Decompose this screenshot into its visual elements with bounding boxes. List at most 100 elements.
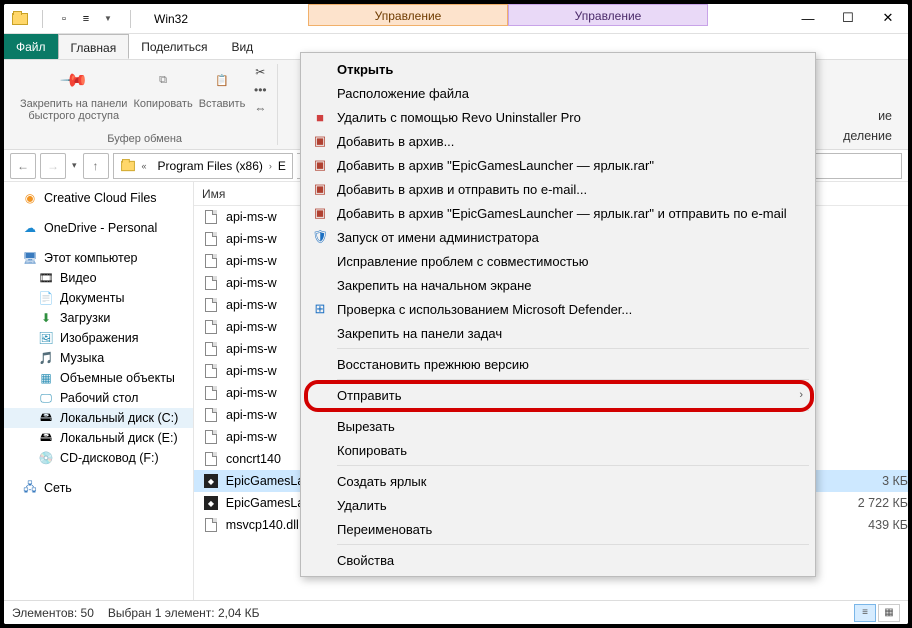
cm-delete[interactable]: Удалить: [303, 493, 813, 517]
sidebar-item-3d[interactable]: ▦Объемные объекты: [4, 368, 193, 388]
chevron-right-icon[interactable]: «: [142, 161, 152, 171]
cm-rename[interactable]: Переименовать: [303, 517, 813, 541]
cm-arch1[interactable]: ▣Добавить в архив...: [303, 129, 813, 153]
breadcrumb[interactable]: « Program Files (x86) › E: [113, 153, 293, 179]
pasteshortcut-icon[interactable]: ⇔: [251, 100, 269, 116]
up-button[interactable]: ↑: [83, 153, 109, 179]
back-button[interactable]: ←: [10, 153, 36, 179]
rar-icon: ▣: [311, 204, 329, 222]
copy-icon: ⧉: [159, 74, 167, 87]
chevron-right-icon: ›: [269, 161, 272, 171]
cut-icon[interactable]: ✂: [251, 64, 269, 80]
file-icon: [202, 429, 220, 445]
sidebar-item-documents[interactable]: 📄Документы: [4, 288, 193, 308]
cm-arch2[interactable]: ▣Добавить в архив "EpicGamesLauncher — я…: [303, 153, 813, 177]
sidebar-item-desktop[interactable]: 🖵Рабочий стол: [4, 388, 193, 408]
cm-shortcut[interactable]: Создать ярлык: [303, 469, 813, 493]
copypath-icon[interactable]: •••: [251, 82, 269, 98]
crumb-2[interactable]: E: [278, 159, 286, 173]
history-dropdown[interactable]: ▾: [70, 160, 79, 171]
qa-icon2[interactable]: ≡: [76, 9, 96, 29]
copy-button[interactable]: ⧉ Копировать: [133, 64, 192, 110]
file-icon: [202, 517, 220, 533]
pin-icon: 📌: [58, 65, 89, 96]
image-icon: 🖼: [38, 331, 54, 345]
file-icon: ◆: [202, 495, 220, 511]
file-size: 439 КБ: [839, 518, 908, 532]
sidebar-item-pictures[interactable]: 🖼Изображения: [4, 328, 193, 348]
view-details-button[interactable]: ≡: [854, 604, 876, 622]
minimize-button[interactable]: —: [788, 4, 828, 32]
onedrive-icon: ☁: [22, 221, 38, 235]
sidebar-item-downloads[interactable]: ⬇Загрузки: [4, 308, 193, 328]
folder-icon: [10, 9, 30, 29]
cm-arch4[interactable]: ▣Добавить в архив "EpicGamesLauncher — я…: [303, 201, 813, 225]
cut-text-2: деление: [843, 129, 892, 143]
status-count: Элементов: 50: [12, 606, 94, 620]
tab-file[interactable]: Файл: [4, 34, 58, 59]
file-icon: [202, 341, 220, 357]
rar-icon: ▣: [311, 132, 329, 150]
drive-icon: 🖴: [38, 431, 54, 445]
download-icon: ⬇: [38, 311, 54, 325]
tab-share[interactable]: Поделиться: [129, 34, 219, 59]
contextual-tab-tools1[interactable]: Управление: [308, 4, 508, 26]
cube-icon: ▦: [38, 371, 54, 385]
qa-dropdown[interactable]: ▼: [98, 9, 118, 29]
qa-icon[interactable]: ▫: [54, 9, 74, 29]
music-icon: 🎵: [38, 351, 54, 365]
cm-open-location[interactable]: Расположение файла: [303, 81, 813, 105]
close-button[interactable]: ✕: [868, 4, 908, 32]
window-title: Win32: [146, 12, 188, 26]
sidebar-item-thispc[interactable]: 🖥Этот компьютер: [4, 248, 193, 268]
maximize-button[interactable]: ☐: [828, 4, 868, 32]
tab-home[interactable]: Главная: [58, 34, 130, 59]
sidebar-item-diske[interactable]: 🖴Локальный диск (E:): [4, 428, 193, 448]
cm-cut[interactable]: Вырезать: [303, 414, 813, 438]
explorer-window: ▫ ≡ ▼ Win32 Управление Управление — ☐ ✕ …: [0, 0, 912, 628]
drive-icon: 🖴: [38, 411, 54, 425]
tab-view[interactable]: Вид: [219, 34, 265, 59]
video-icon: 🎞: [38, 271, 54, 285]
contextual-tab-tools2[interactable]: Управление: [508, 4, 708, 26]
cm-arch3[interactable]: ▣Добавить в архив и отправить по e-mail.…: [303, 177, 813, 201]
cd-icon: 💿: [38, 451, 54, 465]
file-icon: [202, 253, 220, 269]
sidebar-item-ccf[interactable]: ◉Creative Cloud Files: [4, 188, 193, 208]
sidebar-item-diskf[interactable]: 💿CD-дисковод (F:): [4, 448, 193, 468]
cm-pin-taskbar[interactable]: Закрепить на панели задач: [303, 321, 813, 345]
titlebar: ▫ ≡ ▼ Win32 Управление Управление — ☐ ✕: [4, 4, 908, 34]
fwd-button[interactable]: →: [40, 153, 66, 179]
revo-icon: ■: [311, 108, 329, 126]
cm-props[interactable]: Свойства: [303, 548, 813, 572]
cm-copy[interactable]: Копировать: [303, 438, 813, 462]
cm-runas[interactable]: 🛡Запуск от имени администратора: [303, 225, 813, 249]
pin-label: Закрепить на панели быстрого доступа: [20, 98, 127, 122]
cm-separator: [337, 379, 809, 380]
cm-sendto[interactable]: Отправить›: [303, 383, 813, 407]
file-icon: [202, 319, 220, 335]
cm-separator: [337, 348, 809, 349]
file-icon: [202, 275, 220, 291]
desktop-icon: 🖵: [38, 391, 54, 405]
sidebar-item-music[interactable]: 🎵Музыка: [4, 348, 193, 368]
sidebar-item-videos[interactable]: 🎞Видео: [4, 268, 193, 288]
cm-revo[interactable]: ■Удалить с помощью Revo Uninstaller Pro: [303, 105, 813, 129]
sidebar-item-diskc[interactable]: 🖴Локальный диск (C:): [4, 408, 193, 428]
pin-button[interactable]: 📌 Закрепить на панели быстрого доступа: [20, 64, 127, 122]
view-large-button[interactable]: ▦: [878, 604, 900, 622]
sidebar-item-onedrive[interactable]: ☁OneDrive - Personal: [4, 218, 193, 238]
shield-icon: 🛡: [311, 228, 329, 246]
cm-restore[interactable]: Восстановить прежнюю версию: [303, 352, 813, 376]
pc-icon: 🖥: [22, 251, 38, 265]
sidebar-item-network[interactable]: 🖧Сеть: [4, 478, 193, 498]
paste-button[interactable]: 📋 Вставить: [199, 64, 246, 110]
qa-sep2: [120, 9, 140, 29]
cm-defender[interactable]: ⊞Проверка с использованием Microsoft Def…: [303, 297, 813, 321]
cm-open[interactable]: Открыть: [303, 57, 813, 81]
cm-compat[interactable]: Исправление проблем с совместимостью: [303, 249, 813, 273]
status-bar: Элементов: 50 Выбран 1 элемент: 2,04 КБ …: [4, 600, 908, 624]
crumb-1[interactable]: Program Files (x86): [158, 159, 263, 173]
cloud-icon: ◉: [22, 191, 38, 205]
cm-pin-start[interactable]: Закрепить на начальном экране: [303, 273, 813, 297]
